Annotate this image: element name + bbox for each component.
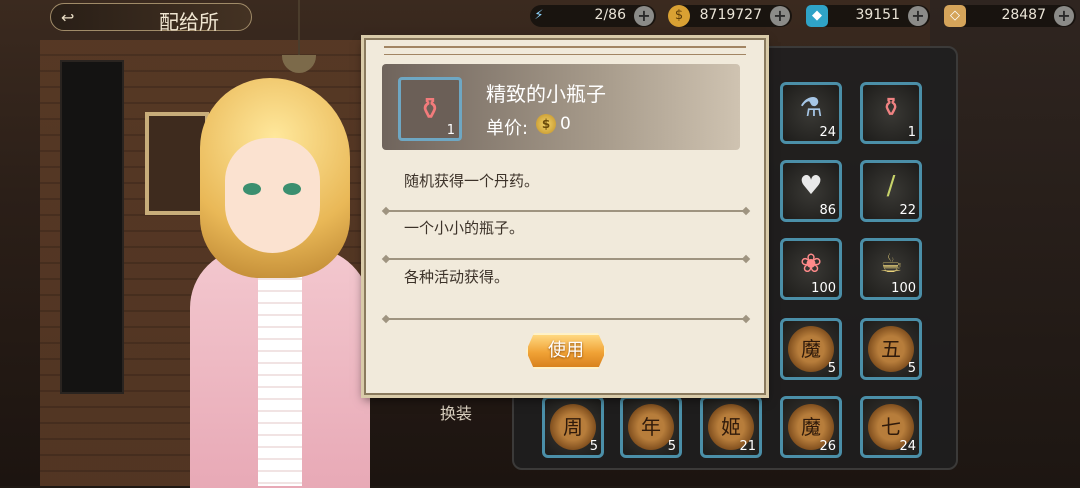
inventory-slot[interactable]: ❀ 100 [780,238,842,300]
potion-bottle-icon: ⚗ [799,93,823,123]
thermometer-icon: ∕ [886,171,896,201]
slot-count: 100 [811,281,836,296]
slot-count: 86 [819,203,836,218]
resource-gold: $ 8719727 + [668,5,792,27]
page-title: 配给所 [159,10,219,34]
slot-count: 5 [827,361,836,376]
add-gold-button[interactable]: + [770,6,790,26]
add-diamond-button[interactable]: + [1054,6,1074,26]
resource-diamond: ◇ 28487 + [944,5,1076,27]
inventory-slot[interactable]: ⚱ 1 [860,82,922,144]
top-bar: ↩ 配给所 ⚡ 2/86 + $ 8719727 + ◆ 39151 + ◇ 2… [0,0,1080,34]
dialog-ornament [384,46,746,55]
inventory-slot[interactable]: ∕ 22 [860,160,922,222]
food-platter-icon: ☕ [879,249,903,279]
lightning-icon: ⚡ [534,8,544,23]
resource-gold-value: 8719727 [699,7,762,23]
slot-count: 5 [589,439,598,454]
slot-count: 24 [899,439,916,454]
slot-count: 5 [667,439,676,454]
item-source-text: 各种活动获得。 [404,268,510,286]
right-eye [283,183,301,195]
inventory-slot[interactable]: ☕ 100 [860,238,922,300]
inventory-slot[interactable]: 魔 26 [780,396,842,458]
gem-icon: ◇ [944,5,966,27]
door [60,60,124,394]
resource-stamina-value: 2/86 [594,7,626,23]
item-header: ⚱ 1 精致的小瓶子 单价: $ 0 [382,64,740,150]
price-value: 0 [560,114,571,134]
inventory-slot[interactable]: 周 5 [542,396,604,458]
inventory-slot[interactable]: 魔 5 [780,318,842,380]
use-button[interactable]: 使用 [526,333,606,369]
slot-count: 22 [899,203,916,218]
resource-crystal-value: 39151 [855,7,900,23]
divider [386,210,746,212]
back-button[interactable]: ↩ 配给所 [50,3,252,34]
gold-coin-icon: $ [536,114,556,134]
add-stamina-button[interactable]: + [634,6,654,26]
item-detail-dialog: ⚱ 1 精致的小瓶子 单价: $ 0 随机获得一个丹药。 一个小小的瓶子。 各种… [364,38,766,395]
divider [386,318,746,320]
inventory-slot[interactable]: 五 5 [860,318,922,380]
gold-coin-icon: $ [668,5,690,27]
item-effect-text: 随机获得一个丹药。 [404,172,540,190]
left-eye [243,183,261,195]
resource-crystal: ◆ 39151 + [806,5,930,27]
resource-stamina: ⚡ 2/86 + [530,5,656,27]
small-bottle-icon: ⚱ [880,93,902,123]
change-outfit-button[interactable]: 换装 [440,400,472,424]
slot-count: 100 [891,281,916,296]
inventory-slot[interactable]: 年 5 [620,396,682,458]
dress-ruffles [258,268,302,486]
item-icon-box: ⚱ 1 [398,77,462,141]
crystal-icon: ◆ [806,5,828,27]
item-description-text: 一个小小的瓶子。 [404,219,525,237]
salad-dish-icon: ❀ [800,249,822,279]
back-arrow-icon: ↩ [61,8,75,27]
slot-count: 26 [819,439,836,454]
inventory-slot[interactable]: 姬 21 [700,396,762,458]
inventory-slot[interactable]: ♥ 86 [780,160,842,222]
divider [386,258,746,260]
resource-diamond-value: 28487 [1001,7,1046,23]
inventory-slot[interactable]: 七 24 [860,396,922,458]
item-name: 精致的小瓶子 [486,82,606,106]
slot-count: 5 [907,361,916,376]
slot-count: 24 [819,125,836,140]
price-label: 单价: [486,118,529,139]
character-face [225,138,320,253]
small-bottle-icon: ⚱ [417,92,443,127]
slot-count: 21 [739,439,756,454]
item-count: 1 [446,123,455,138]
add-crystal-button[interactable]: + [908,6,928,26]
slot-count: 1 [907,125,916,140]
dice-card-icon: ♥ [799,171,823,201]
inventory-slot[interactable]: ⚗ 24 [780,82,842,144]
